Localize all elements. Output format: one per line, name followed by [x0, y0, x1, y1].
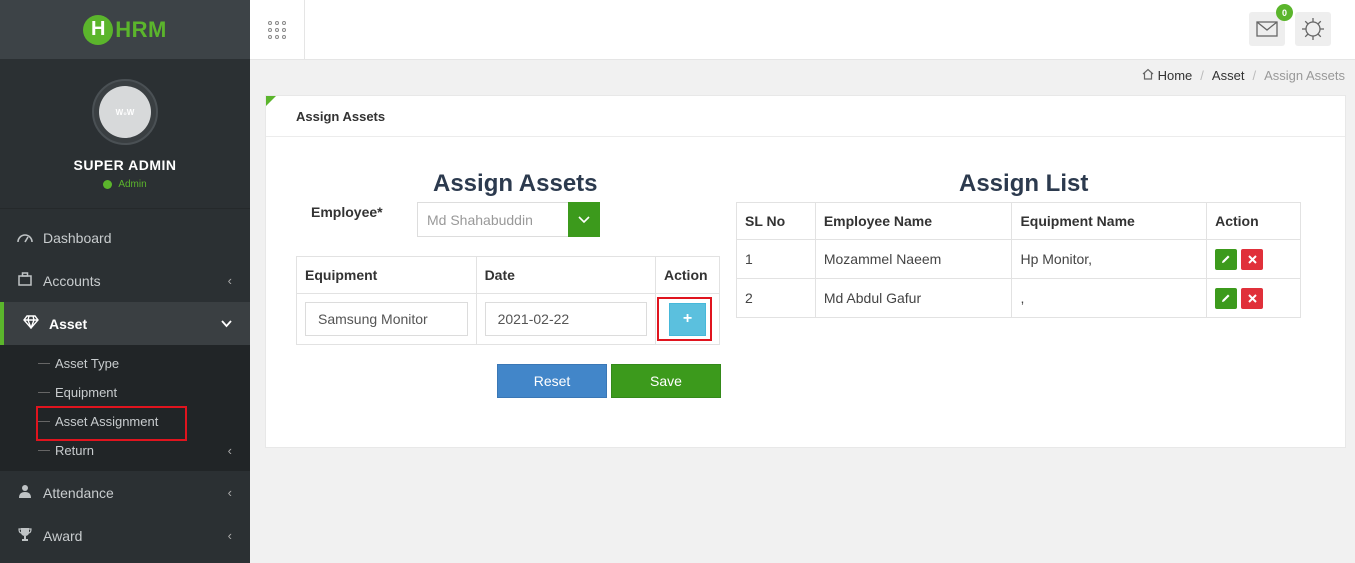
app-logo[interactable]: H HRM — [83, 14, 167, 45]
settings-button[interactable] — [1295, 12, 1331, 46]
user-name: SUPER ADMIN — [73, 157, 177, 173]
sidebar-item-dashboard[interactable]: Dashboard — [0, 216, 250, 259]
delete-button[interactable] — [1241, 287, 1264, 309]
column-header-action: Action — [1206, 202, 1301, 240]
breadcrumb: Home / Asset / Assign Assets — [1142, 68, 1345, 83]
highlight-asset-assignment — [36, 406, 187, 441]
edit-button[interactable] — [1215, 287, 1238, 309]
column-header-equipment: Equipment — [296, 256, 477, 294]
user-role: Admin — [103, 179, 147, 190]
sidebar-item-asset[interactable]: Asset — [0, 302, 250, 345]
topbar: 0 — [250, 0, 1355, 60]
chevron-left-icon: ‹ — [227, 528, 232, 543]
card-title: Assign Assets — [266, 96, 1345, 137]
sidebar-item-label: Award — [43, 527, 83, 544]
sidebar-item-label: Asset — [49, 315, 88, 332]
sidebar: H HRM W₀W SUPER ADMIN Admin Dashboard Ac… — [0, 0, 250, 563]
reset-button[interactable]: Reset — [497, 364, 607, 398]
breadcrumb-asset[interactable]: Asset — [1212, 68, 1245, 83]
table-row: 1 Mozammel Naeem Hp Monitor, — [736, 239, 1301, 279]
diamond-icon — [22, 315, 40, 332]
apps-grid-button[interactable] — [250, 0, 305, 59]
gear-icon — [1302, 18, 1324, 40]
table-row: 2 Md Abdul Gafur , — [736, 278, 1301, 318]
sidebar-item-accounts[interactable]: Accounts ‹ — [0, 259, 250, 302]
sidebar-item-attendance[interactable]: Attendance ‹ — [0, 471, 250, 514]
employee-dropdown-button[interactable] — [568, 202, 600, 237]
mail-button[interactable]: 0 — [1249, 4, 1293, 46]
mail-badge: 0 — [1276, 4, 1293, 21]
assign-list-table: SL No Employee Name Equipment Name Actio… — [736, 202, 1301, 318]
card-corner-accent — [266, 96, 276, 106]
cell-sl: 1 — [736, 239, 816, 279]
breadcrumb-home[interactable]: Home — [1158, 68, 1193, 83]
sidebar-subitem-asset-type[interactable]: Asset Type — [0, 349, 250, 378]
apps-grid-icon — [268, 20, 286, 39]
home-icon — [1142, 68, 1154, 83]
chevron-left-icon: ‹ — [227, 273, 232, 288]
avatar-ring: W₀W — [92, 79, 158, 145]
user-role-label: Admin — [118, 179, 147, 190]
mail-icon — [1256, 21, 1278, 37]
assign-form-title: Assign Assets — [433, 170, 598, 197]
column-header-equipment-name: Equipment Name — [1011, 202, 1208, 240]
avatar[interactable]: W₀W — [99, 86, 151, 138]
chevron-down-icon — [221, 316, 232, 331]
row-actions — [1215, 248, 1292, 270]
column-header-action: Action — [655, 256, 720, 294]
edit-button[interactable] — [1215, 248, 1238, 270]
user-icon — [16, 484, 34, 501]
column-header-date: Date — [475, 256, 657, 294]
column-header-sl-no: SL No — [736, 202, 816, 240]
dashboard-icon — [16, 230, 34, 246]
online-status-icon — [103, 180, 113, 189]
highlight-add-button — [657, 297, 712, 341]
cell-employee: Md Abdul Gafur — [814, 278, 1013, 318]
sidebar-item-label: Attendance — [43, 484, 114, 501]
chevron-left-icon: ‹ — [227, 485, 232, 500]
logo-mark: H — [83, 14, 114, 45]
equipment-input[interactable]: Samsung Monitor — [305, 302, 468, 336]
user-profile: W₀W SUPER ADMIN Admin — [0, 59, 250, 209]
sidebar-menu: Dashboard Accounts ‹ Asset Asset Type Eq… — [0, 216, 250, 557]
breadcrumb-current: Assign Assets — [1264, 68, 1345, 83]
column-header-employee-name: Employee Name — [814, 202, 1013, 240]
chevron-down-icon — [578, 215, 590, 223]
logo-text: HRM — [115, 16, 167, 42]
employee-select[interactable]: Md Shahabuddin — [417, 202, 600, 237]
sidebar-item-label: Accounts — [43, 272, 101, 289]
delete-button[interactable] — [1241, 248, 1264, 270]
pencil-icon — [1222, 294, 1230, 302]
sidebar-subitem-label: Return — [55, 443, 95, 458]
row-actions — [1215, 287, 1292, 309]
close-icon — [1247, 254, 1257, 264]
pencil-icon — [1222, 255, 1230, 263]
logo-bar: H HRM — [0, 0, 250, 59]
briefcase-icon — [16, 272, 34, 289]
cell-equipment: , — [1011, 278, 1208, 318]
save-button[interactable]: Save — [611, 364, 721, 398]
chevron-left-icon: ‹ — [227, 443, 232, 458]
date-input[interactable]: 2021-02-22 — [484, 302, 647, 336]
trophy-icon — [16, 527, 34, 544]
sidebar-item-label: Dashboard — [43, 229, 112, 246]
sidebar-subitem-equipment[interactable]: Equipment — [0, 378, 250, 407]
employee-select-value: Md Shahabuddin — [427, 211, 533, 228]
cell-sl: 2 — [736, 278, 816, 318]
sidebar-item-award[interactable]: Award ‹ — [0, 514, 250, 557]
cell-employee: Mozammel Naeem — [814, 239, 1013, 279]
cell-equipment: Hp Monitor, — [1011, 239, 1208, 279]
close-icon — [1247, 293, 1257, 303]
assign-list-title: Assign List — [959, 170, 1089, 197]
assign-assets-card: Assign Assets Assign Assets Employee* Md… — [265, 95, 1346, 448]
employee-label: Employee* — [311, 204, 383, 220]
